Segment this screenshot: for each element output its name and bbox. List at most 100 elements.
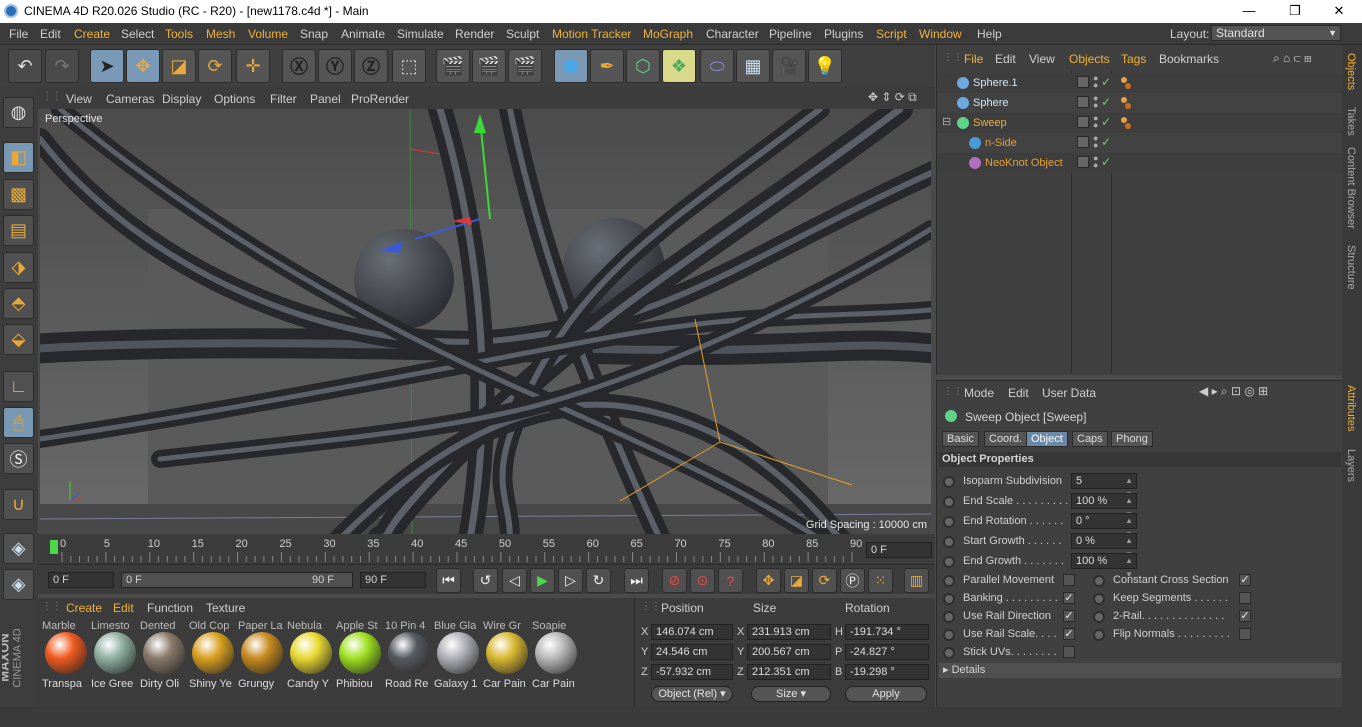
material-swatch[interactable]: 10 Pin 4 Road Re bbox=[385, 620, 433, 690]
animate-radio-icon[interactable] bbox=[1093, 575, 1105, 587]
size-mode-select[interactable]: Size ▾ bbox=[751, 686, 831, 702]
array-mograph-button[interactable]: ❖ bbox=[662, 49, 696, 83]
floor-object-button[interactable]: ▦ bbox=[736, 49, 770, 83]
visibility-dots-icon[interactable]: ● ● bbox=[1093, 94, 1098, 110]
tab-coord[interactable]: Coord. bbox=[984, 431, 1028, 447]
size-field[interactable]: 231.913 cm bbox=[747, 624, 831, 640]
frame-range-slider[interactable]: 0 F 90 F bbox=[121, 572, 353, 588]
menu-pipeline[interactable]: Pipeline bbox=[769, 27, 812, 41]
object-row[interactable]: ⊟ Sweep ● ● ✓ bbox=[939, 113, 1343, 133]
size-field[interactable]: 200.567 cm bbox=[747, 644, 831, 660]
obj-menu-tags[interactable]: Tags bbox=[1121, 52, 1146, 66]
phong-tag-icon[interactable] bbox=[1119, 116, 1133, 130]
enabled-check-icon[interactable]: ✓ bbox=[1101, 75, 1111, 89]
checkbox[interactable] bbox=[1063, 574, 1075, 586]
menu-tools[interactable]: Tools bbox=[165, 27, 193, 41]
keyframe-selection-button[interactable]: ? bbox=[718, 568, 743, 593]
menu-mograph[interactable]: MoGraph bbox=[643, 27, 693, 41]
render-settings-button[interactable]: 🎬 bbox=[508, 49, 542, 83]
enabled-check-icon[interactable]: ✓ bbox=[1101, 155, 1111, 169]
menu-help[interactable]: Help bbox=[977, 27, 1002, 41]
checkbox[interactable]: ✓ bbox=[1063, 592, 1075, 604]
object-name[interactable]: Sphere.1 bbox=[973, 77, 1018, 89]
cube-object-button[interactable]: ⬢ bbox=[554, 49, 588, 83]
menu-character[interactable]: Character bbox=[706, 27, 759, 41]
points-mode-button[interactable]: ⬗ bbox=[3, 252, 34, 283]
property-value-field[interactable]: 5▲▼ bbox=[1071, 473, 1137, 499]
redo-button[interactable]: ↷ bbox=[45, 49, 79, 83]
workplane-lock-button[interactable]: ◈ bbox=[3, 533, 34, 564]
axis-mode-button[interactable]: ∟ bbox=[3, 371, 34, 402]
next-key-button[interactable]: ↻ bbox=[586, 568, 611, 593]
animate-radio-icon[interactable] bbox=[943, 476, 955, 488]
menu-file[interactable]: File bbox=[9, 27, 28, 41]
enabled-check-icon[interactable]: ✓ bbox=[1101, 115, 1111, 129]
mat-menu-edit[interactable]: Edit bbox=[113, 601, 134, 615]
visibility-dots-icon[interactable]: ● ● bbox=[1093, 114, 1098, 130]
position-field[interactable]: 24.546 cm bbox=[651, 644, 733, 660]
z-axis-lock-button[interactable]: Ⓩ bbox=[354, 49, 388, 83]
side-tab-objects[interactable]: Objects bbox=[1345, 53, 1357, 90]
start-frame-field[interactable]: 0 F bbox=[48, 572, 114, 588]
menu-snap[interactable]: Snap bbox=[300, 27, 328, 41]
subdivision-surface-button[interactable]: ⬡ bbox=[626, 49, 660, 83]
side-tab-takes[interactable]: Takes bbox=[1345, 107, 1357, 136]
render-view-button[interactable]: 🎬 bbox=[436, 49, 470, 83]
make-editable-button[interactable]: ◍ bbox=[3, 97, 34, 128]
vp-menu-filter[interactable]: Filter bbox=[270, 92, 297, 106]
enabled-check-icon[interactable]: ✓ bbox=[1101, 95, 1111, 109]
snap-button[interactable]: ∪ bbox=[3, 489, 34, 520]
position-field[interactable]: -57.932 cm bbox=[651, 664, 733, 680]
obj-menu-file[interactable]: File bbox=[964, 52, 983, 66]
mat-menu-function[interactable]: Function bbox=[147, 601, 193, 615]
attr-menu-edit[interactable]: Edit bbox=[1008, 386, 1029, 400]
key-scale-button[interactable]: ◪ bbox=[784, 568, 809, 593]
autokey-button[interactable]: ⊙ bbox=[690, 568, 715, 593]
attr-menu-mode[interactable]: Mode bbox=[964, 386, 994, 400]
obj-menu-view[interactable]: View bbox=[1029, 52, 1055, 66]
obj-menu-edit[interactable]: Edit bbox=[995, 52, 1016, 66]
animate-radio-icon[interactable] bbox=[943, 536, 955, 548]
menu-create[interactable]: Create bbox=[74, 27, 110, 41]
visibility-dots-icon[interactable]: ● ● bbox=[1093, 134, 1098, 150]
current-frame-field[interactable]: 0 F bbox=[866, 542, 932, 558]
tab-basic[interactable]: Basic bbox=[942, 431, 979, 447]
side-tab-layers[interactable]: Layers bbox=[1345, 449, 1357, 482]
animate-radio-icon[interactable] bbox=[1093, 629, 1105, 641]
phong-tag-icon[interactable] bbox=[1119, 76, 1133, 90]
vp-menu-options[interactable]: Options bbox=[214, 92, 255, 106]
next-frame-button[interactable]: ▷ bbox=[558, 568, 583, 593]
layer-icon[interactable] bbox=[1077, 96, 1089, 108]
menu-animate[interactable]: Animate bbox=[341, 27, 385, 41]
menu-simulate[interactable]: Simulate bbox=[397, 27, 444, 41]
key-rotation-button[interactable]: ⟳ bbox=[812, 568, 837, 593]
checkbox[interactable]: ✓ bbox=[1063, 628, 1075, 640]
object-row[interactable]: n-Side ● ● ✓ bbox=[939, 133, 1343, 153]
property-value-field[interactable]: 100 %▲▼ bbox=[1071, 493, 1137, 519]
material-swatch[interactable]: Apple St Phibiou bbox=[336, 620, 384, 690]
tab-object[interactable]: Object bbox=[1026, 431, 1068, 447]
animate-radio-icon[interactable] bbox=[1093, 611, 1105, 623]
edges-mode-button[interactable]: ⬘ bbox=[3, 288, 34, 319]
layer-icon[interactable] bbox=[1077, 76, 1089, 88]
visibility-dots-icon[interactable]: ● ● bbox=[1093, 74, 1098, 90]
property-value-field[interactable]: 0 %▲▼ bbox=[1071, 533, 1137, 559]
undo-button[interactable]: ↶ bbox=[8, 49, 42, 83]
maximize-button[interactable]: ❐ bbox=[1272, 0, 1318, 23]
layer-icon[interactable] bbox=[1077, 116, 1089, 128]
texture-mode-button[interactable]: ▩ bbox=[3, 179, 34, 210]
close-button[interactable]: ✕ bbox=[1316, 0, 1362, 23]
scale-tool-button[interactable]: ◪ bbox=[162, 49, 196, 83]
object-name[interactable]: Sphere bbox=[973, 97, 1008, 109]
position-field[interactable]: 146.074 cm bbox=[651, 624, 733, 640]
animate-radio-icon[interactable] bbox=[943, 575, 955, 587]
object-name[interactable]: n-Side bbox=[985, 137, 1017, 149]
mat-menu-texture[interactable]: Texture bbox=[206, 601, 245, 615]
rotation-field[interactable]: -24.827 ° bbox=[845, 644, 929, 660]
material-swatch[interactable]: Blue Gla Galaxy 1 bbox=[434, 620, 482, 690]
vp-menu-view[interactable]: View bbox=[66, 92, 92, 106]
coordinate-system-button[interactable]: ⬚ bbox=[392, 49, 426, 83]
menu-plugins[interactable]: Plugins bbox=[824, 27, 863, 41]
menu-volume[interactable]: Volume bbox=[248, 27, 288, 41]
property-value-field[interactable]: 100 %▲▼ bbox=[1071, 553, 1137, 579]
